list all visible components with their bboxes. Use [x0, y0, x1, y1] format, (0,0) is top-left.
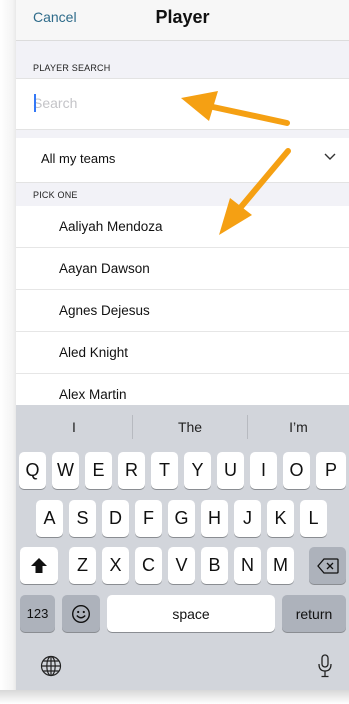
- annotation-arrows: [181, 91, 291, 235]
- annotation-arrow-to-search: [181, 91, 290, 126]
- annotation-arrow-to-list: [219, 148, 291, 235]
